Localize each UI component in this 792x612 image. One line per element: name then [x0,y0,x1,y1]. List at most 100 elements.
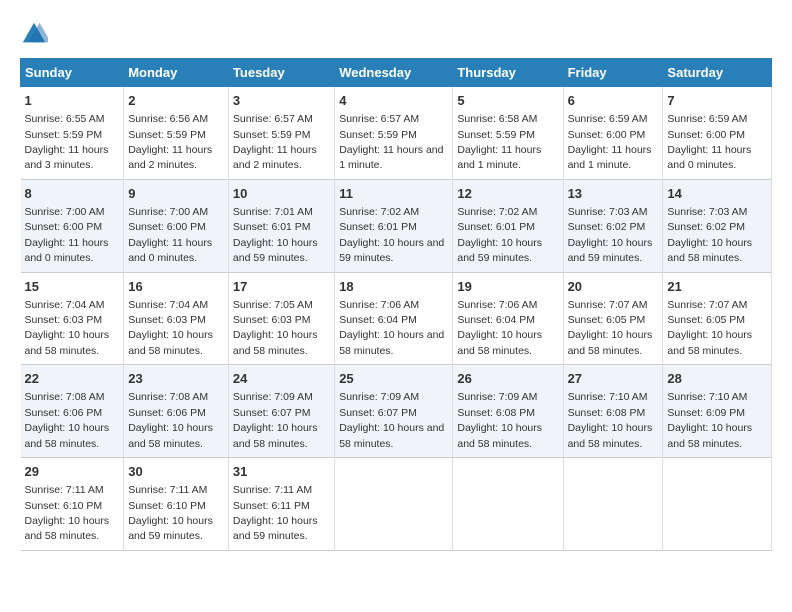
sunrise-info: Sunrise: 7:08 AM [25,391,105,403]
header-sunday: Sunday [21,59,124,87]
calendar-cell: 12 Sunrise: 7:02 AM Sunset: 6:01 PM Dayl… [453,179,563,272]
daylight-info: Daylight: 10 hours and 58 minutes. [339,422,444,449]
day-number: 25 [339,370,448,388]
sunset-info: Sunset: 6:10 PM [128,500,206,512]
header [20,20,772,48]
calendar-cell: 9 Sunrise: 7:00 AM Sunset: 6:00 PM Dayli… [124,179,229,272]
daylight-info: Daylight: 10 hours and 58 minutes. [128,422,213,449]
sunset-info: Sunset: 6:06 PM [25,407,103,419]
sunset-info: Sunset: 6:00 PM [667,129,745,141]
calendar-cell [563,458,663,551]
daylight-info: Daylight: 11 hours and 0 minutes. [128,237,212,264]
sunrise-info: Sunrise: 7:10 AM [568,391,648,403]
daylight-info: Daylight: 10 hours and 58 minutes. [339,329,444,356]
daylight-info: Daylight: 10 hours and 58 minutes. [25,422,110,449]
sunset-info: Sunset: 6:08 PM [457,407,535,419]
daylight-info: Daylight: 10 hours and 58 minutes. [457,422,542,449]
calendar-cell: 3 Sunrise: 6:57 AM Sunset: 5:59 PM Dayli… [228,87,334,180]
sunrise-info: Sunrise: 7:03 AM [667,206,747,218]
sunrise-info: Sunrise: 7:02 AM [457,206,537,218]
sunrise-info: Sunrise: 7:09 AM [339,391,419,403]
day-number: 17 [233,278,330,296]
sunset-info: Sunset: 5:59 PM [457,129,535,141]
daylight-info: Daylight: 10 hours and 58 minutes. [667,422,752,449]
calendar-cell: 24 Sunrise: 7:09 AM Sunset: 6:07 PM Dayl… [228,365,334,458]
calendar-cell [663,458,772,551]
sunrise-info: Sunrise: 7:06 AM [339,299,419,311]
sunset-info: Sunset: 6:02 PM [667,221,745,233]
sunrise-info: Sunrise: 6:55 AM [25,113,105,125]
daylight-info: Daylight: 11 hours and 2 minutes. [233,144,317,171]
sunset-info: Sunset: 6:11 PM [233,500,310,512]
calendar-cell: 16 Sunrise: 7:04 AM Sunset: 6:03 PM Dayl… [124,272,229,365]
sunrise-info: Sunrise: 6:56 AM [128,113,208,125]
day-number: 7 [667,92,767,110]
daylight-info: Daylight: 11 hours and 2 minutes. [128,144,212,171]
sunset-info: Sunset: 6:05 PM [667,314,745,326]
sunset-info: Sunset: 6:09 PM [667,407,745,419]
sunset-info: Sunset: 6:00 PM [25,221,103,233]
sunset-info: Sunset: 6:02 PM [568,221,646,233]
calendar-cell: 27 Sunrise: 7:10 AM Sunset: 6:08 PM Dayl… [563,365,663,458]
daylight-info: Daylight: 10 hours and 58 minutes. [457,329,542,356]
day-number: 23 [128,370,224,388]
sunset-info: Sunset: 5:59 PM [339,129,417,141]
header-tuesday: Tuesday [228,59,334,87]
header-thursday: Thursday [453,59,563,87]
day-number: 9 [128,185,224,203]
sunrise-info: Sunrise: 7:04 AM [128,299,208,311]
calendar-week-4: 22 Sunrise: 7:08 AM Sunset: 6:06 PM Dayl… [21,365,772,458]
logo [20,20,52,48]
daylight-info: Daylight: 10 hours and 58 minutes. [667,237,752,264]
calendar-cell: 23 Sunrise: 7:08 AM Sunset: 6:06 PM Dayl… [124,365,229,458]
daylight-info: Daylight: 11 hours and 3 minutes. [25,144,109,171]
day-number: 31 [233,463,330,481]
sunrise-info: Sunrise: 7:11 AM [233,484,312,496]
header-monday: Monday [124,59,229,87]
calendar-cell: 13 Sunrise: 7:03 AM Sunset: 6:02 PM Dayl… [563,179,663,272]
calendar-cell [335,458,453,551]
day-number: 29 [25,463,120,481]
sunrise-info: Sunrise: 7:00 AM [25,206,105,218]
sunset-info: Sunset: 6:07 PM [233,407,311,419]
sunset-info: Sunset: 6:05 PM [568,314,646,326]
calendar-cell: 31 Sunrise: 7:11 AM Sunset: 6:11 PM Dayl… [228,458,334,551]
daylight-info: Daylight: 10 hours and 59 minutes. [233,515,318,542]
sunrise-info: Sunrise: 7:07 AM [568,299,648,311]
sunrise-info: Sunrise: 7:09 AM [457,391,537,403]
calendar-cell: 5 Sunrise: 6:58 AM Sunset: 5:59 PM Dayli… [453,87,563,180]
calendar-cell: 18 Sunrise: 7:06 AM Sunset: 6:04 PM Dayl… [335,272,453,365]
sunrise-info: Sunrise: 6:59 AM [667,113,747,125]
sunset-info: Sunset: 5:59 PM [128,129,206,141]
daylight-info: Daylight: 10 hours and 58 minutes. [25,329,110,356]
daylight-info: Daylight: 10 hours and 58 minutes. [568,329,653,356]
calendar-cell: 21 Sunrise: 7:07 AM Sunset: 6:05 PM Dayl… [663,272,772,365]
day-number: 11 [339,185,448,203]
calendar-week-1: 1 Sunrise: 6:55 AM Sunset: 5:59 PM Dayli… [21,87,772,180]
sunset-info: Sunset: 6:04 PM [339,314,417,326]
daylight-info: Daylight: 11 hours and 0 minutes. [667,144,751,171]
calendar-week-5: 29 Sunrise: 7:11 AM Sunset: 6:10 PM Dayl… [21,458,772,551]
sunset-info: Sunset: 6:03 PM [128,314,206,326]
sunrise-info: Sunrise: 7:02 AM [339,206,419,218]
calendar-cell: 22 Sunrise: 7:08 AM Sunset: 6:06 PM Dayl… [21,365,124,458]
sunrise-info: Sunrise: 6:57 AM [339,113,419,125]
daylight-info: Daylight: 10 hours and 58 minutes. [667,329,752,356]
sunset-info: Sunset: 5:59 PM [233,129,311,141]
daylight-info: Daylight: 11 hours and 1 minute. [457,144,541,171]
day-number: 18 [339,278,448,296]
daylight-info: Daylight: 10 hours and 58 minutes. [233,329,318,356]
day-number: 19 [457,278,558,296]
day-number: 1 [25,92,120,110]
sunrise-info: Sunrise: 7:09 AM [233,391,313,403]
sunset-info: Sunset: 6:04 PM [457,314,535,326]
calendar-cell: 6 Sunrise: 6:59 AM Sunset: 6:00 PM Dayli… [563,87,663,180]
day-number: 21 [667,278,767,296]
calendar-cell: 1 Sunrise: 6:55 AM Sunset: 5:59 PM Dayli… [21,87,124,180]
day-number: 30 [128,463,224,481]
calendar-cell [453,458,563,551]
day-number: 20 [568,278,659,296]
calendar-cell: 14 Sunrise: 7:03 AM Sunset: 6:02 PM Dayl… [663,179,772,272]
calendar-cell: 11 Sunrise: 7:02 AM Sunset: 6:01 PM Dayl… [335,179,453,272]
day-number: 24 [233,370,330,388]
